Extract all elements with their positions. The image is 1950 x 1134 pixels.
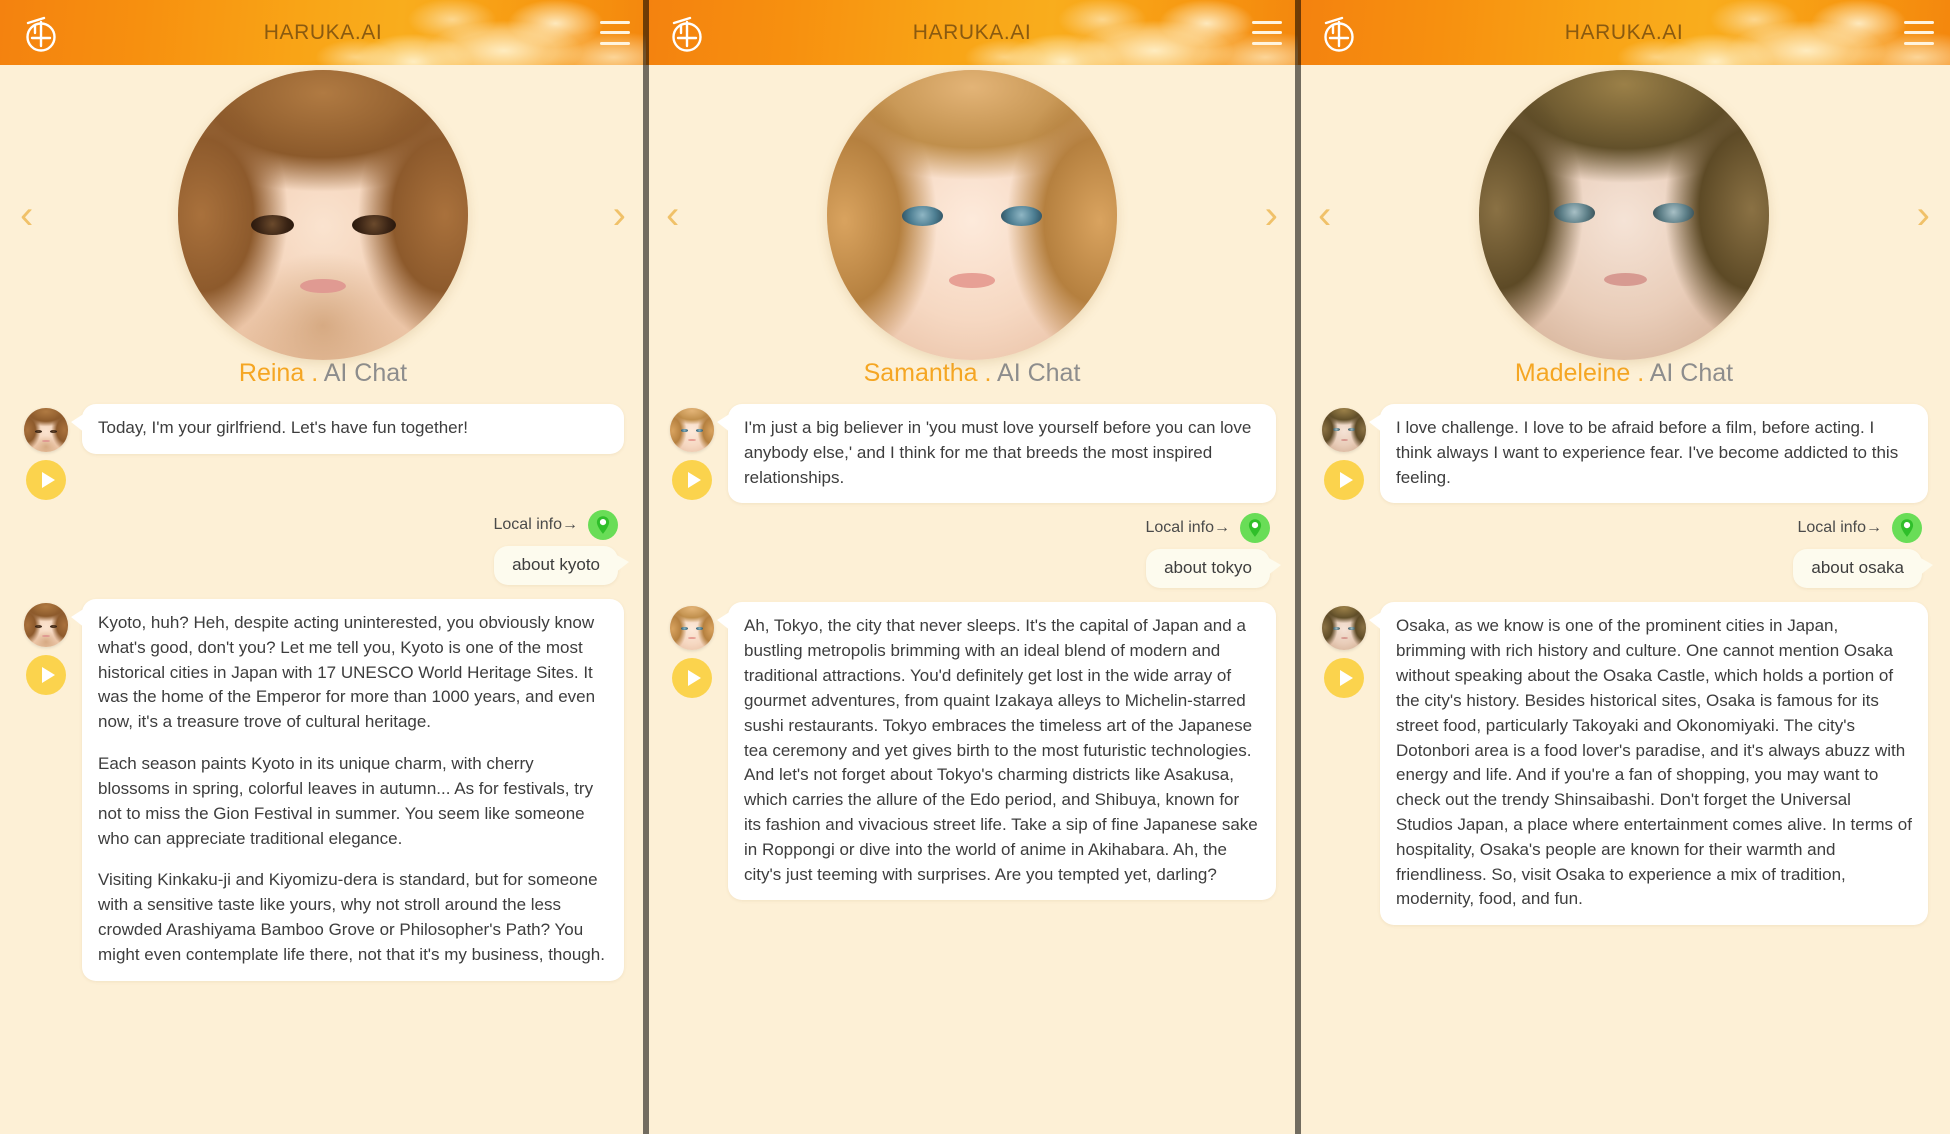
map-pin-icon[interactable]	[1240, 513, 1270, 544]
prev-character-button[interactable]: ‹	[1318, 195, 1331, 235]
reina-avatar-small	[24, 603, 68, 647]
app-title: HARUKA.AI	[1564, 20, 1684, 44]
user-message-row: about tokyo	[668, 549, 1281, 589]
haruka-kanji-logo[interactable]	[664, 10, 710, 56]
prev-character-button[interactable]: ‹	[666, 195, 679, 235]
samantha-avatar-large[interactable]	[827, 70, 1117, 360]
local-info-label: Local info→	[1145, 519, 1231, 537]
user-message-text: about osaka	[1811, 558, 1904, 578]
panel-divider	[646, 0, 649, 1134]
chat-thread: I love challenge. I love to be afraid be…	[1298, 404, 1950, 926]
app-title: HARUKA.AI	[263, 20, 383, 44]
play-audio-button[interactable]	[1324, 658, 1364, 699]
ai-reply-bubble: Ah, Tokyo, the city that never sleeps. I…	[717, 602, 1276, 901]
ai-message-bubble: I'm just a big believer in 'you must lov…	[717, 404, 1276, 504]
play-audio-button[interactable]	[1324, 460, 1364, 500]
ai-reply-paragraph: Kyoto, huh? Heh, despite acting unintere…	[98, 613, 596, 732]
chat-thread: I'm just a big believer in 'you must lov…	[646, 404, 1298, 901]
chat-panel-samantha: HARUKA.AI ‹ › Samantha . AI Chat I'm jus…	[646, 0, 1298, 1134]
ai-reply-paragraph: Visiting Kinkaku-ji and Kiyomizu-dera is…	[98, 870, 605, 964]
message-side-column	[22, 599, 70, 695]
ai-message-intro: I'm just a big believer in 'you must lov…	[668, 404, 1276, 504]
cloud-texture	[0, 0, 646, 65]
message-side-column	[1320, 602, 1368, 699]
character-hero: ‹ ›	[646, 65, 1298, 365]
haruka-kanji-logo[interactable]	[18, 10, 64, 56]
user-message-text: about kyoto	[512, 555, 600, 574]
ai-reply-bubble: Kyoto, huh? Heh, despite acting unintere…	[71, 599, 624, 981]
three-panel-screenshot-strip: HARUKA.AI ‹ › Reina . AI Chat Today, I'm…	[0, 0, 1950, 1134]
madeleine-avatar-small	[1322, 606, 1366, 651]
reina-avatar-small	[24, 408, 68, 452]
map-pin-icon[interactable]	[588, 510, 618, 540]
app-header: HARUKA.AI	[1298, 0, 1950, 65]
message-side-column	[1320, 404, 1368, 500]
ai-message-text: I'm just a big believer in 'you must lov…	[744, 418, 1252, 487]
ai-message-text: I love challenge. I love to be afraid be…	[1396, 418, 1899, 487]
ai-message-intro: Today, I'm your girlfriend. Let's have f…	[22, 404, 624, 500]
haruka-kanji-logo[interactable]	[1316, 10, 1362, 56]
ai-message-bubble: Today, I'm your girlfriend. Let's have f…	[71, 404, 624, 454]
character-hero: ‹ ›	[0, 65, 646, 365]
ai-reply-paragraph: Osaka, as we know is one of the prominen…	[1396, 616, 1912, 909]
local-info-row[interactable]: Local info→	[1320, 513, 1922, 544]
local-info-row[interactable]: Local info→	[668, 513, 1270, 544]
next-character-button[interactable]: ›	[613, 195, 626, 235]
samantha-avatar-small	[670, 606, 714, 651]
app-header: HARUKA.AI	[646, 0, 1298, 65]
chat-thread: Today, I'm your girlfriend. Let's have f…	[0, 404, 646, 981]
character-hero: ‹ ›	[1298, 65, 1950, 365]
play-audio-button[interactable]	[672, 658, 712, 699]
user-message-bubble: about kyoto	[494, 546, 629, 585]
ai-reply-bubble: Osaka, as we know is one of the prominen…	[1369, 602, 1928, 926]
play-audio-button[interactable]	[26, 460, 66, 500]
user-message-row: about osaka	[1320, 549, 1933, 589]
hamburger-menu-icon[interactable]	[1904, 20, 1934, 45]
prev-character-button[interactable]: ‹	[20, 195, 33, 235]
play-audio-button[interactable]	[672, 460, 712, 500]
ai-reply-paragraph: Each season paints Kyoto in its unique c…	[98, 754, 594, 848]
ai-message-reply: Ah, Tokyo, the city that never sleeps. I…	[668, 602, 1276, 901]
ai-message-text: Today, I'm your girlfriend. Let's have f…	[98, 418, 468, 437]
ai-message-reply: Osaka, as we know is one of the prominen…	[1320, 602, 1928, 926]
user-message-bubble: about osaka	[1793, 549, 1933, 589]
next-character-button[interactable]: ›	[1917, 195, 1930, 235]
ai-message-intro: I love challenge. I love to be afraid be…	[1320, 404, 1928, 504]
user-message-row: about kyoto	[22, 546, 629, 585]
local-info-row[interactable]: Local info→	[22, 510, 618, 540]
local-info-label: Local info→	[1797, 519, 1883, 537]
hamburger-menu-icon[interactable]	[1252, 20, 1282, 45]
map-pin-icon[interactable]	[1892, 513, 1922, 544]
message-side-column	[668, 602, 716, 699]
cloud-texture	[1298, 0, 1950, 65]
ai-message-reply: Kyoto, huh? Heh, despite acting unintere…	[22, 599, 624, 981]
app-header: HARUKA.AI	[0, 0, 646, 65]
user-message-bubble: about tokyo	[1146, 549, 1281, 589]
panel-divider	[1298, 0, 1301, 1134]
next-character-button[interactable]: ›	[1265, 195, 1278, 235]
samantha-avatar-small	[670, 408, 714, 452]
hamburger-menu-icon[interactable]	[600, 20, 630, 45]
reina-avatar-large[interactable]	[178, 70, 468, 360]
message-side-column	[22, 404, 70, 500]
ai-message-bubble: I love challenge. I love to be afraid be…	[1369, 404, 1928, 504]
madeleine-avatar-small	[1322, 408, 1366, 452]
local-info-label: Local info→	[493, 516, 579, 533]
user-message-text: about tokyo	[1164, 558, 1252, 578]
cloud-texture	[646, 0, 1298, 65]
play-audio-button[interactable]	[26, 655, 66, 695]
chat-panel-madeleine: HARUKA.AI ‹ › Madeleine . AI Chat I love…	[1298, 0, 1950, 1134]
ai-reply-paragraph: Ah, Tokyo, the city that never sleeps. I…	[744, 616, 1258, 884]
madeleine-avatar-large[interactable]	[1479, 70, 1769, 360]
message-side-column	[668, 404, 716, 500]
app-title: HARUKA.AI	[912, 20, 1032, 44]
chat-panel-reina: HARUKA.AI ‹ › Reina . AI Chat Today, I'm…	[0, 0, 646, 1134]
